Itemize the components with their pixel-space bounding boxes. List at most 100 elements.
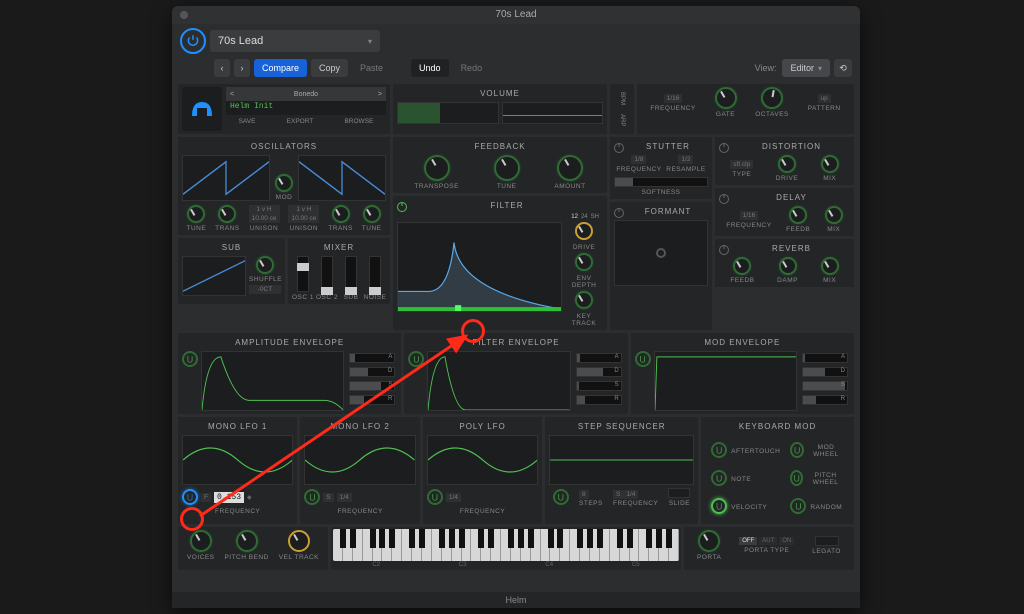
vel-track-knob[interactable]	[288, 530, 310, 552]
paste-button[interactable]: Paste	[352, 59, 391, 77]
km-note[interactable]: ⋃	[711, 470, 727, 486]
reverb-power[interactable]	[719, 245, 729, 255]
view-dropdown[interactable]: Editor ▾	[782, 59, 830, 77]
lfo1-freq-value[interactable]: 0.153	[214, 492, 244, 503]
portamento-knob[interactable]	[698, 530, 720, 552]
preset-next[interactable]: >	[378, 91, 382, 98]
piano-keyboard[interactable]	[333, 529, 679, 561]
osc2-unison-voices[interactable]: 1 v H	[288, 205, 319, 214]
arp-pattern-value[interactable]: up	[818, 94, 831, 103]
mixer-sub[interactable]	[345, 256, 357, 292]
distortion-mix-knob[interactable]	[821, 155, 839, 173]
osc-mod-knob[interactable]	[275, 174, 293, 192]
sub-shuffle-knob[interactable]	[256, 256, 274, 274]
reverb-mix-knob[interactable]	[821, 257, 839, 275]
copy-button[interactable]: Copy	[311, 59, 348, 77]
formant-power[interactable]	[614, 208, 624, 218]
volume-slider[interactable]	[397, 102, 499, 124]
amp-a[interactable]: A	[349, 353, 395, 363]
osc1-trans-knob[interactable]	[218, 205, 236, 223]
mod-a[interactable]: A	[802, 353, 848, 363]
delay-feedb-knob[interactable]	[789, 206, 807, 224]
stutter-power[interactable]	[614, 143, 624, 153]
distortion-power[interactable]	[719, 143, 729, 153]
distortion-drive-knob[interactable]	[778, 155, 796, 173]
km-modwheel[interactable]: ⋃	[790, 442, 804, 458]
filter-drive-knob[interactable]	[575, 222, 593, 240]
lfo2-display[interactable]	[304, 435, 415, 485]
preset-dropdown[interactable]: 70s Lead ▾	[210, 30, 380, 52]
filt-d[interactable]: D	[576, 367, 622, 377]
mixer-osc2[interactable]	[321, 256, 333, 292]
filter-slope-12[interactable]: 12	[571, 214, 578, 220]
browse-button[interactable]: BROWSE	[344, 118, 373, 125]
reverb-damp-knob[interactable]	[779, 257, 797, 275]
km-pitchwheel[interactable]: ⋃	[790, 470, 803, 486]
osc1-tune-knob[interactable]	[187, 205, 205, 223]
sub-display[interactable]	[182, 256, 246, 296]
step-count[interactable]: 8	[579, 490, 589, 499]
legato-toggle[interactable]	[815, 536, 839, 546]
stutter-resample-value[interactable]: 1/2	[678, 155, 693, 164]
delay-power[interactable]	[719, 194, 729, 204]
amp-env-mod-icon[interactable]: ⋃	[182, 351, 198, 367]
pitch-bend-knob[interactable]	[236, 530, 258, 552]
amp-r[interactable]: R	[349, 395, 395, 405]
nav-next[interactable]: ›	[234, 59, 250, 77]
filter-keytrack-knob[interactable]	[575, 291, 593, 309]
osc2-unison-detune[interactable]: 10.00 ce	[288, 214, 319, 223]
voices-knob[interactable]	[190, 530, 212, 552]
window-close[interactable]	[180, 11, 188, 19]
lfo2-rate[interactable]: 1/4	[337, 493, 352, 502]
amp-s[interactable]: S	[349, 381, 395, 391]
nav-prev[interactable]: ‹	[214, 59, 230, 77]
redo-button[interactable]: Redo	[453, 59, 491, 77]
delay-freq[interactable]: 1/16	[740, 211, 759, 220]
mod-s[interactable]: S	[802, 381, 848, 391]
export-button[interactable]: EXPORT	[287, 118, 314, 125]
distortion-type[interactable]: sft clp	[730, 160, 753, 169]
polylfo-mod-source[interactable]: ⋃	[427, 489, 443, 505]
osc2-display[interactable]	[298, 155, 386, 201]
filter-env-graph[interactable]	[427, 351, 570, 411]
mod-r[interactable]: R	[802, 395, 848, 405]
filt-s[interactable]: S	[576, 381, 622, 391]
preset-name-field[interactable]: Helm Init	[226, 101, 386, 115]
osc2-trans-knob[interactable]	[332, 205, 350, 223]
link-button[interactable]: ⟲	[834, 59, 852, 77]
mod-env-mod-icon[interactable]: ⋃	[635, 351, 651, 367]
feedback-transpose-knob[interactable]	[424, 155, 450, 181]
stutter-freq-value[interactable]: 1/8	[631, 155, 646, 164]
arp-octaves-knob[interactable]	[761, 87, 783, 109]
formant-xy[interactable]	[614, 220, 708, 286]
reverb-feedb-knob[interactable]	[733, 257, 751, 275]
arp-gate-knob[interactable]	[715, 87, 737, 109]
step-mod-source[interactable]: ⋃	[553, 489, 569, 505]
filt-r[interactable]: R	[576, 395, 622, 405]
lfo1-sync[interactable]: F	[201, 493, 211, 502]
step-rate[interactable]: 1/4	[623, 490, 638, 499]
sub-oct[interactable]: -0CT	[249, 285, 281, 294]
osc1-unison-detune[interactable]: 10.00 ce	[249, 214, 280, 223]
osc1-display[interactable]	[182, 155, 270, 201]
mod-env-graph[interactable]	[654, 351, 797, 411]
power-button[interactable]	[180, 28, 206, 54]
feedback-tune-knob[interactable]	[494, 155, 520, 181]
osc1-unison-voices[interactable]: 1 v H	[249, 205, 280, 214]
lfo1-mod-source[interactable]: ⋃	[182, 489, 198, 505]
km-aftertouch[interactable]: ⋃	[711, 442, 727, 458]
lfo2-sync[interactable]: S	[323, 493, 333, 502]
lfo2-mod-source[interactable]: ⋃	[304, 489, 320, 505]
filt-a[interactable]: A	[576, 353, 622, 363]
mixer-osc1[interactable]	[297, 256, 309, 292]
porta-type-toggle[interactable]: OFFAUTON	[739, 537, 794, 545]
undo-button[interactable]: Undo	[411, 59, 449, 77]
filter-slope-24[interactable]: 24	[581, 214, 588, 220]
km-random[interactable]: ⋃	[790, 498, 806, 514]
mixer-noise[interactable]	[369, 256, 381, 292]
polylfo-rate[interactable]: 1/4	[446, 493, 461, 502]
stutter-softness[interactable]	[614, 177, 708, 187]
compare-button[interactable]: Compare	[254, 59, 307, 77]
filter-graph[interactable]	[397, 222, 562, 312]
polylfo-display[interactable]	[427, 435, 538, 485]
